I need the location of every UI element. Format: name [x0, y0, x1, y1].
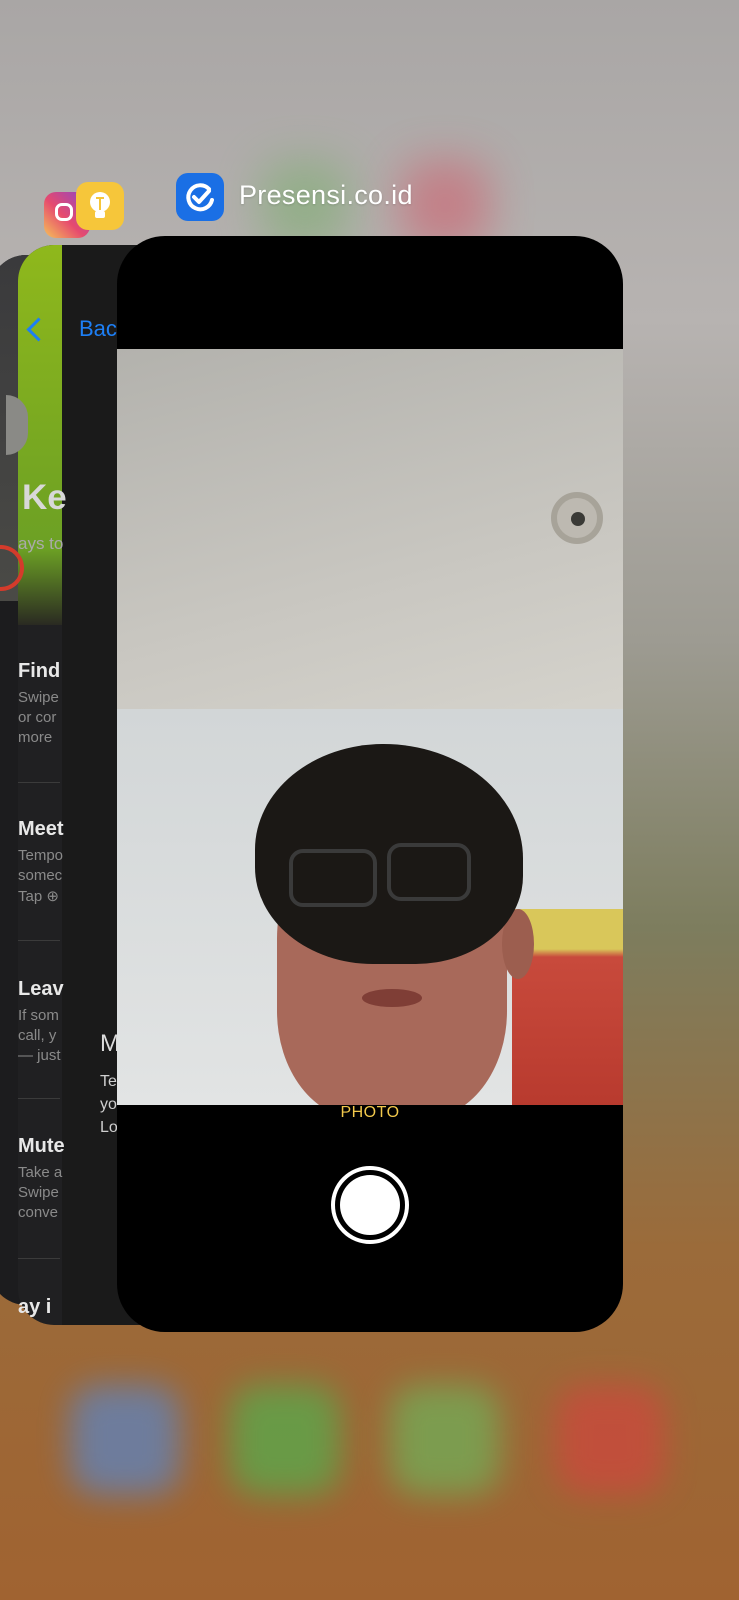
presensi-icon[interactable] [176, 173, 224, 221]
dock-icon-blurred [555, 1385, 665, 1495]
chevron-left-icon [26, 316, 51, 342]
section-text: somec [18, 867, 63, 884]
section-text: Swipe [18, 689, 59, 706]
camera-mode-label[interactable]: PHOTO [117, 1104, 623, 1122]
section-text: conve [18, 1204, 59, 1221]
divider [18, 782, 60, 783]
glasses [289, 849, 377, 907]
ceiling-light [551, 492, 603, 544]
section-title: Find [18, 660, 61, 682]
tips-icon[interactable] [76, 182, 124, 230]
divider [18, 1258, 60, 1259]
card-text: yo [100, 1096, 117, 1113]
section-text: or cor [18, 709, 57, 726]
section-text: Take a [18, 1164, 63, 1181]
card-subheading: ays to [18, 534, 64, 553]
app-card-presensi[interactable]: PHOTO [117, 236, 623, 1332]
divider [18, 940, 60, 941]
card-heading: Ke [22, 478, 67, 517]
dock-icon-blurred [230, 1385, 340, 1495]
card-text: Te [100, 1073, 117, 1090]
section-text: — just [18, 1047, 61, 1064]
section-text: If som [18, 1007, 59, 1024]
section-title: Mute [18, 1135, 65, 1157]
camera-viewfinder [117, 349, 623, 1105]
section-title: Leav [18, 978, 64, 1000]
glasses [387, 843, 471, 901]
card-text: Lo [100, 1119, 118, 1136]
dock-icon-blurred [70, 1385, 180, 1495]
section-title: Meet [18, 818, 64, 840]
dock-icon-blurred [390, 1385, 500, 1495]
section-text: more [18, 729, 53, 746]
section-text: Tap ⊕ [18, 888, 59, 905]
section-text: call, y [18, 1027, 57, 1044]
section-title: ay i [18, 1296, 52, 1318]
back-button[interactable]: Back [26, 316, 128, 342]
section-text: Tempo [18, 847, 64, 864]
shutter-button[interactable] [331, 1166, 409, 1244]
divider [18, 1098, 60, 1099]
active-app-title: Presensi.co.id [239, 180, 413, 210]
section-text: Swipe [18, 1184, 59, 1201]
